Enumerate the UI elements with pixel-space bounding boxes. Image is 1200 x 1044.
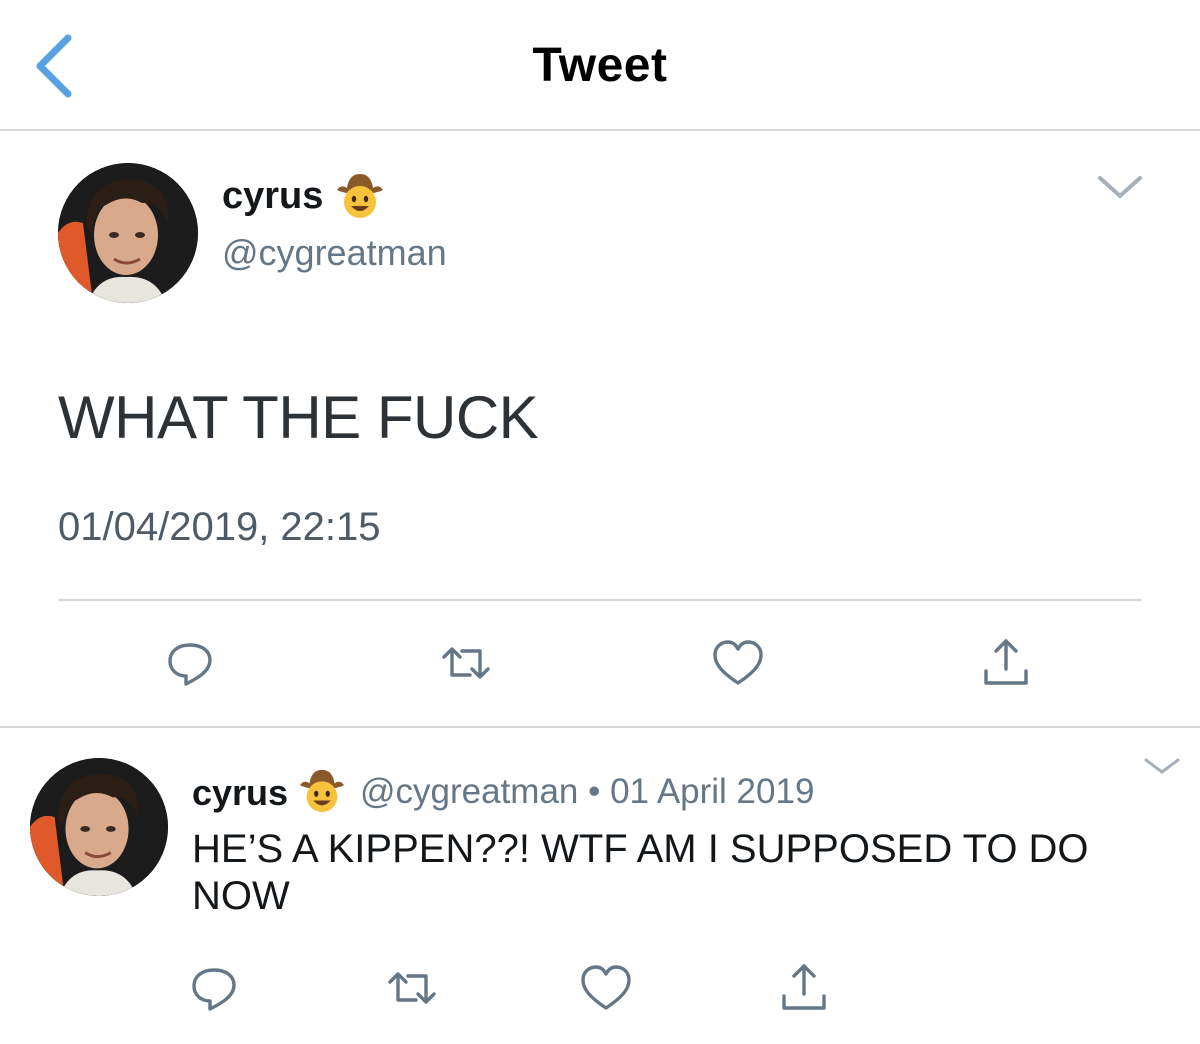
- chevron-down-icon: [1144, 758, 1180, 774]
- reply-icon: [192, 968, 236, 1011]
- tweet-timestamp: 01/04/2019, 22:15: [58, 505, 381, 549]
- tweet-menu-button[interactable]: [1096, 170, 1144, 204]
- reply-button[interactable]: [186, 962, 242, 1014]
- tweet-menu-button[interactable]: [1142, 754, 1182, 778]
- tweet-meta[interactable]: @cygreatman • 01 April 2019: [360, 772, 814, 812]
- handle[interactable]: @cygreatman: [222, 232, 447, 274]
- retweet-button[interactable]: [384, 962, 440, 1014]
- avatar[interactable]: [30, 758, 168, 896]
- tweet-text: HE’S A KIPPEN??! WTF AM I SUPPOSED TO DO…: [192, 827, 1089, 918]
- profile-photo: [58, 163, 198, 303]
- display-name[interactable]: cyrus: [192, 772, 288, 814]
- reply-button[interactable]: [162, 637, 218, 689]
- display-name[interactable]: cyrus: [222, 175, 323, 218]
- retweet-button[interactable]: [438, 637, 494, 689]
- profile-photo: [30, 758, 168, 896]
- retweet-icon: [442, 647, 490, 679]
- share-icon: [984, 639, 1028, 685]
- divider: [0, 726, 1200, 728]
- divider: [58, 599, 1142, 601]
- share-icon: [782, 964, 826, 1010]
- like-button[interactable]: [710, 637, 766, 689]
- avatar[interactable]: [58, 163, 198, 303]
- reply-icon: [168, 643, 212, 686]
- page-title: Tweet: [532, 39, 668, 92]
- chevron-down-icon: [1098, 176, 1142, 198]
- retweet-icon: [388, 972, 436, 1004]
- cowboy-face-emoji-icon: [296, 766, 348, 814]
- share-button[interactable]: [978, 637, 1034, 689]
- share-button[interactable]: [776, 962, 832, 1014]
- like-button[interactable]: [578, 962, 634, 1014]
- like-icon: [581, 965, 631, 1010]
- cowboy-face-emoji-icon: [333, 170, 387, 220]
- like-icon: [713, 640, 763, 685]
- tweet-text: WHAT THE FUCK: [58, 384, 539, 451]
